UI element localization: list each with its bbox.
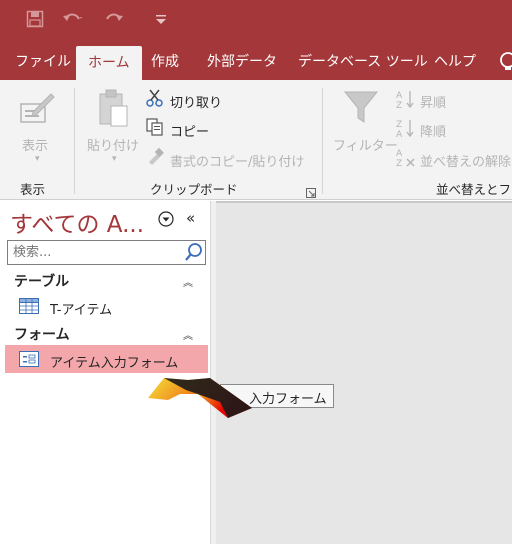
sort-ascending-button[interactable]: 昇順 [420, 92, 446, 111]
view-dropdown-icon[interactable]: ▾ [35, 154, 40, 164]
paste-button[interactable]: 貼り付け [87, 135, 139, 154]
redo-icon[interactable] [104, 10, 126, 34]
sort-descending-button[interactable]: 降順 [420, 121, 446, 140]
sort-descending-icon[interactable]: ZA [395, 118, 415, 142]
svg-text:Z: Z [396, 101, 402, 109]
svg-text:Z: Z [396, 120, 402, 130]
svg-text:A: A [396, 130, 403, 138]
clear-sort-button[interactable]: 並べ替えの解除 [420, 151, 511, 170]
clear-sort-icon[interactable]: AZ [395, 147, 415, 171]
svg-text:Z: Z [396, 159, 402, 167]
svg-text:A: A [396, 91, 403, 101]
ribbon: 表示 ▾ 表示 貼り付け ▾ 切り取り コピー 書式のコピー/貼り付け クリップ… [0, 80, 512, 200]
tab-help[interactable]: ヘルプ [434, 44, 476, 80]
tab-database-tools[interactable]: データベース ツール [298, 44, 428, 80]
drag-arrow-icon [144, 372, 254, 424]
ribbon-tab-bar: ファイル ホーム 作成 外部データ データベース ツール ヘルプ [0, 44, 512, 80]
clipboard-group-label: クリップボード [150, 182, 238, 197]
customize-qat-icon[interactable] [155, 10, 167, 34]
quick-access-toolbar [0, 0, 512, 44]
filter-button[interactable]: フィルター [333, 135, 398, 154]
tab-create[interactable]: 作成 [151, 44, 179, 80]
save-icon[interactable] [26, 10, 44, 34]
view-button[interactable]: 表示 [22, 135, 48, 154]
format-painter-icon[interactable] [146, 147, 164, 169]
undo-icon[interactable] [62, 10, 84, 34]
svg-text:A: A [396, 149, 403, 159]
nav-item-t-item[interactable]: T-アイテム [50, 299, 112, 318]
view-group-label: 表示 [20, 182, 46, 197]
ribbon-separator [74, 88, 75, 194]
section-collapse-icon[interactable]: ︽ [183, 274, 193, 289]
paste-icon[interactable] [97, 88, 129, 132]
tab-file[interactable]: ファイル [15, 44, 71, 80]
tab-external-data[interactable]: 外部データ [207, 44, 277, 80]
collapse-pane-icon[interactable]: « [186, 209, 195, 227]
form-icon [19, 351, 39, 371]
sort-filter-group-label: 並べ替えとフィ [436, 182, 512, 197]
document-workspace[interactable] [216, 201, 512, 544]
tab-home[interactable]: ホーム [76, 46, 142, 80]
paste-dropdown-icon[interactable]: ▾ [112, 154, 117, 164]
cut-button[interactable]: 切り取り [170, 92, 222, 111]
nav-search-input[interactable] [7, 240, 206, 265]
nav-section-tables[interactable]: テーブル [14, 271, 69, 291]
lightbulb-icon[interactable] [498, 52, 512, 76]
ribbon-separator [322, 88, 323, 194]
nav-item-item-input-form[interactable]: アイテム入力フォーム [50, 352, 178, 371]
format-painter-button[interactable]: 書式のコピー/貼り付け [170, 151, 304, 170]
nav-pane-menu-chevron-icon[interactable] [158, 211, 174, 231]
clipboard-dialog-launcher-icon[interactable] [306, 183, 316, 202]
table-icon [19, 298, 39, 318]
cut-icon[interactable] [146, 89, 164, 111]
design-view-icon[interactable] [19, 90, 55, 128]
search-icon[interactable] [183, 241, 205, 264]
nav-pane-title[interactable]: すべての A... [10, 205, 144, 239]
section-collapse-icon[interactable]: ︽ [183, 327, 193, 342]
copy-icon[interactable] [146, 118, 164, 140]
sort-ascending-icon[interactable]: AZ [395, 89, 415, 113]
nav-section-forms[interactable]: フォーム [14, 324, 70, 344]
filter-icon[interactable] [343, 90, 379, 130]
copy-button[interactable]: コピー [170, 121, 209, 140]
